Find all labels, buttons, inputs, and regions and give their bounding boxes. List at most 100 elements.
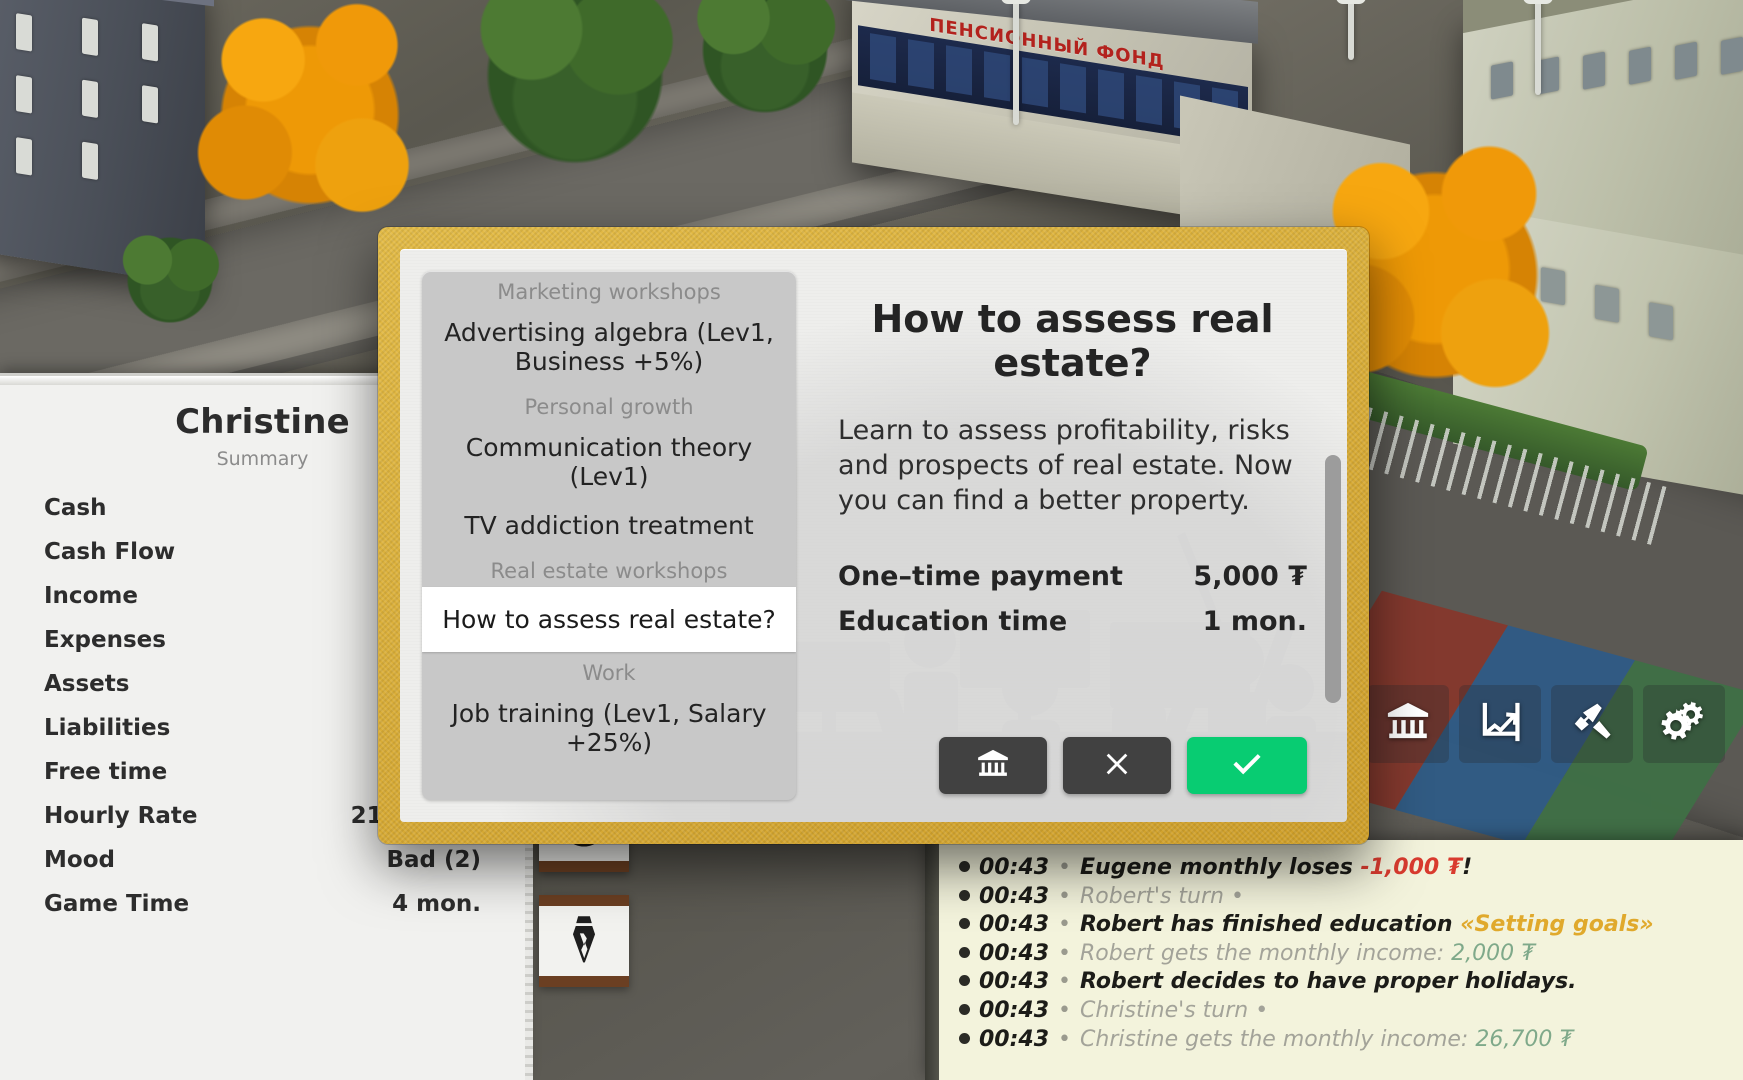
log-message: Eugene monthly loses -1,000 ₮! bbox=[1080, 854, 1472, 883]
log-segment: Robert has finished education bbox=[1080, 912, 1461, 938]
cancel-button[interactable] bbox=[1063, 737, 1171, 794]
log-message: Christine's turn • bbox=[1080, 997, 1268, 1026]
log-separator: • bbox=[1058, 969, 1072, 995]
roof bbox=[1463, 0, 1743, 34]
log-entry: 00:43 • Christine's turn • bbox=[947, 997, 1725, 1026]
course-stat-row: Education time 1 mon. bbox=[838, 599, 1307, 644]
trending-chart-icon bbox=[1477, 699, 1523, 749]
bank-button[interactable] bbox=[1367, 685, 1449, 763]
log-segment: 26,700 ₮ bbox=[1475, 1026, 1574, 1052]
course-item-selected[interactable]: How to assess real estate? bbox=[422, 587, 796, 652]
settings-button[interactable] bbox=[1643, 685, 1725, 763]
tie-tab[interactable] bbox=[539, 895, 629, 987]
log-bullet bbox=[959, 975, 970, 987]
course-stat-value: 1 mon. bbox=[1202, 606, 1307, 638]
log-timestamp: 00:43 bbox=[979, 997, 1050, 1023]
tree bbox=[180, 0, 440, 240]
main-toolbar bbox=[1367, 685, 1725, 763]
course-item[interactable]: TV addiction treatment bbox=[422, 501, 796, 550]
log-segment: Robert's turn • bbox=[1080, 883, 1244, 909]
summary-row-label: Cash Flow bbox=[44, 539, 176, 565]
log-timestamp: 00:43 bbox=[979, 883, 1050, 909]
log-segment: Robert decides to have proper holidays. bbox=[1080, 969, 1577, 995]
course-group-header: Work bbox=[582, 661, 636, 685]
hammer-icon bbox=[1569, 699, 1615, 749]
log-separator: • bbox=[1058, 855, 1072, 880]
log-entry: 00:43 • Christine gets the monthly income:… bbox=[947, 1026, 1725, 1055]
log-bullet bbox=[959, 861, 970, 872]
log-segment: «Setting goals» bbox=[1460, 912, 1654, 938]
log-timestamp: 00:43 bbox=[979, 940, 1050, 966]
bank-icon bbox=[1385, 699, 1431, 749]
summary-row-label: Hourly Rate bbox=[44, 803, 198, 829]
log-segment: Robert gets the monthly income: bbox=[1080, 940, 1452, 966]
log-message: Robert decides to have proper holidays. bbox=[1080, 968, 1577, 997]
course-stat-label: Education time bbox=[838, 606, 1068, 638]
log-timestamp: 00:43 bbox=[979, 912, 1050, 938]
summary-row-label: Mood bbox=[44, 847, 115, 873]
dialog-body: Marketing workshops Advertising algebra (… bbox=[400, 249, 1347, 822]
course-group-header: Marketing workshops bbox=[497, 280, 721, 304]
log-bullet bbox=[959, 889, 970, 901]
bank-icon bbox=[976, 747, 1010, 784]
log-separator: • bbox=[1058, 912, 1072, 938]
log-separator: • bbox=[1058, 1026, 1072, 1052]
course-group-header: Personal growth bbox=[524, 395, 694, 419]
summary-row-label: Game Time bbox=[44, 891, 190, 917]
log-bullet bbox=[959, 918, 970, 930]
confirm-button[interactable] bbox=[1187, 737, 1307, 794]
roof bbox=[0, 0, 214, 7]
summary-row-label: Assets bbox=[44, 671, 130, 697]
gears-icon bbox=[1661, 699, 1707, 749]
log-entry: 00:43 • Robert has finished education «Set… bbox=[947, 911, 1725, 940]
course-description: Learn to assess profitability, risks and… bbox=[838, 415, 1293, 517]
log-separator: • bbox=[1058, 883, 1072, 909]
course-stats: One–time payment 5,000 ₮ Education time 1 m… bbox=[838, 554, 1307, 644]
market-button[interactable] bbox=[1459, 685, 1541, 763]
course-group-header: Real estate workshops bbox=[490, 559, 728, 583]
course-title: How to assess real estate? bbox=[871, 297, 1274, 385]
course-detail-pane: How to assess real estate? Learn to asse… bbox=[796, 249, 1347, 822]
street-lamp bbox=[1336, 0, 1366, 60]
course-stat-label: One–time payment bbox=[838, 561, 1123, 593]
log-entry: 00:43 • Robert gets the monthly income: 2,… bbox=[947, 940, 1725, 969]
course-stat-value: 5,000 ₮ bbox=[1193, 561, 1307, 593]
check-icon bbox=[1230, 747, 1264, 784]
log-segment: Christine gets the monthly income: bbox=[1080, 1026, 1476, 1052]
course-item[interactable]: Communication theory (Lev1) bbox=[422, 423, 796, 501]
summary-row-label: Liabilities bbox=[44, 715, 171, 741]
log-entry: 00:43 • Robert decides to have proper holi… bbox=[947, 968, 1725, 997]
log-timestamp: 00:43 bbox=[979, 969, 1050, 995]
close-icon bbox=[1100, 747, 1134, 784]
log-message: Christine gets the monthly income: 26,70… bbox=[1080, 1026, 1573, 1055]
course-list[interactable]: Marketing workshops Advertising algebra (… bbox=[422, 271, 796, 800]
summary-row-label: Cash bbox=[44, 495, 107, 521]
credit-button[interactable] bbox=[939, 737, 1047, 794]
summary-row-label: Expenses bbox=[44, 627, 166, 653]
course-item[interactable]: Job training (Lev1, Salary +25%) bbox=[422, 689, 796, 767]
tree bbox=[95, 230, 245, 330]
event-log-panel[interactable]: 00:43 • Eugene monthly loses -1,000 ₮! 00:4… bbox=[925, 840, 1743, 1080]
build-button[interactable] bbox=[1551, 685, 1633, 763]
log-segment: Christine's turn • bbox=[1080, 997, 1269, 1023]
log-entry: 00:43 • Robert's turn • bbox=[947, 883, 1725, 912]
log-timestamp: 00:43 bbox=[979, 1026, 1050, 1052]
street-lamp bbox=[1001, 0, 1031, 125]
course-item[interactable]: Advertising algebra (Lev1, Business +5%) bbox=[422, 308, 796, 386]
summary-row-label: Income bbox=[44, 583, 138, 609]
course-stat-row: One–time payment 5,000 ₮ bbox=[838, 554, 1307, 599]
tie-icon bbox=[558, 913, 610, 969]
log-bullet bbox=[959, 1003, 970, 1015]
dialog-actions bbox=[838, 737, 1307, 802]
log-message: Robert gets the monthly income: 2,000 ₮ bbox=[1080, 940, 1535, 969]
log-timestamp: 00:43 bbox=[979, 855, 1050, 880]
summary-row-value: Bad (2) bbox=[386, 847, 481, 873]
log-message: Robert's turn • bbox=[1080, 883, 1244, 912]
log-message: Robert has finished education «Setting g… bbox=[1080, 911, 1654, 940]
log-separator: • bbox=[1058, 940, 1072, 966]
summary-row: Mood Bad (2) bbox=[44, 838, 481, 882]
summary-row: Game Time 4 mon. bbox=[44, 882, 481, 926]
course-list-scrollbar[interactable] bbox=[1325, 455, 1341, 703]
log-segment: Eugene monthly loses bbox=[1080, 855, 1361, 880]
summary-row-value: 4 mon. bbox=[392, 891, 481, 917]
